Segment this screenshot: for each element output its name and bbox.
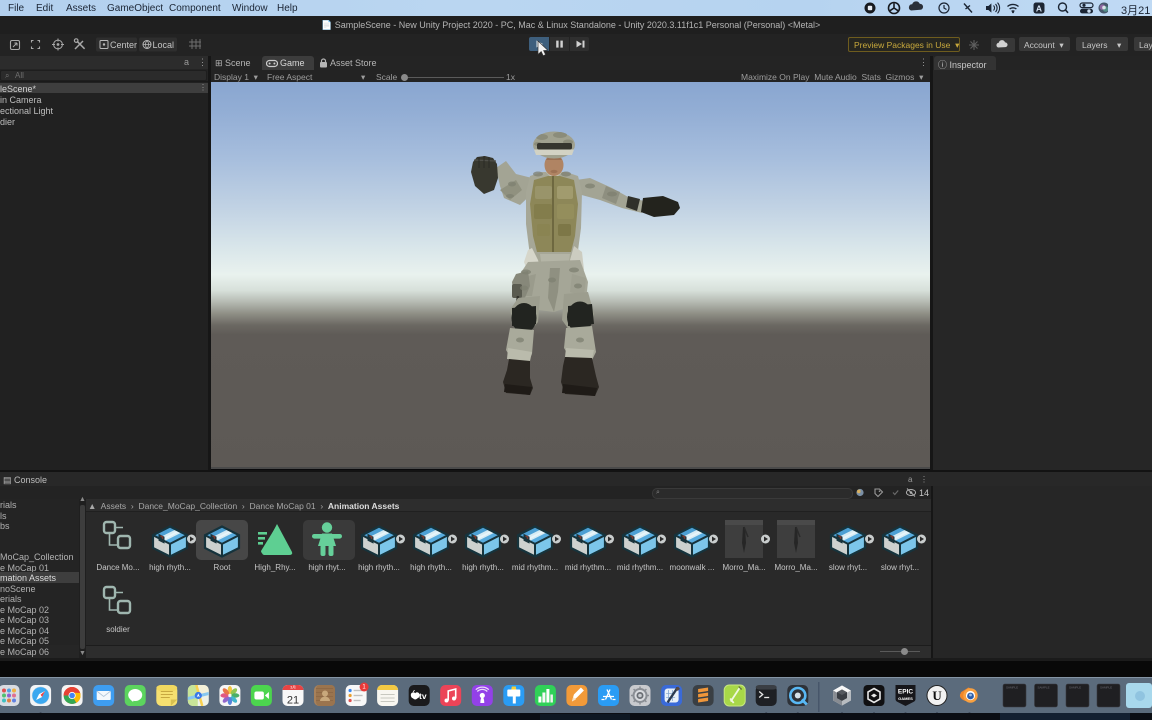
svg-text:soldier: soldier [106,625,130,634]
svg-text:mid rhythm...: mid rhythm... [565,563,611,572]
svg-text:Dance Mo...: Dance Mo... [96,563,139,572]
svg-text:high rhyth...: high rhyth... [410,563,452,572]
svg-text:GAMES: GAMES [898,696,913,701]
svg-text:SAMPLE: SAMPLE [1069,686,1081,690]
svg-text:Center: Center [110,40,137,50]
svg-text:EPIC: EPIC [898,689,913,696]
svg-text:High_Rhy...: High_Rhy... [254,563,295,572]
svg-text:high rhyth...: high rhyth... [149,563,191,572]
svg-text:U: U [932,688,942,703]
svg-text:14: 14 [919,488,929,498]
svg-text:3月: 3月 [290,685,296,690]
svg-text:A: A [1036,4,1042,14]
svg-text:Root: Root [214,563,232,572]
svg-text:SAMPLE: SAMPLE [1100,686,1112,690]
svg-text:moonwalk ...: moonwalk ... [670,563,715,572]
svg-text:Local: Local [153,40,175,50]
svg-text:Morro_Ma...: Morro_Ma... [774,563,817,572]
svg-text:slow rhyt...: slow rhyt... [881,563,919,572]
svg-text:slow rhyt...: slow rhyt... [829,563,867,572]
svg-text:SAMPLE: SAMPLE [1006,686,1018,690]
svg-text:high rhyth...: high rhyth... [462,563,504,572]
svg-text:Morro_Ma...: Morro_Ma... [722,563,765,572]
svg-text:high rhyt...: high rhyt... [308,563,345,572]
svg-text:SAMPLE: SAMPLE [1038,686,1050,690]
svg-text:21: 21 [287,695,299,707]
svg-text:tv: tv [419,691,427,701]
svg-text:high rhyth...: high rhyth... [358,563,400,572]
svg-text:mid rhythm...: mid rhythm... [512,563,558,572]
svg-text:mid rhythm...: mid rhythm... [617,563,663,572]
